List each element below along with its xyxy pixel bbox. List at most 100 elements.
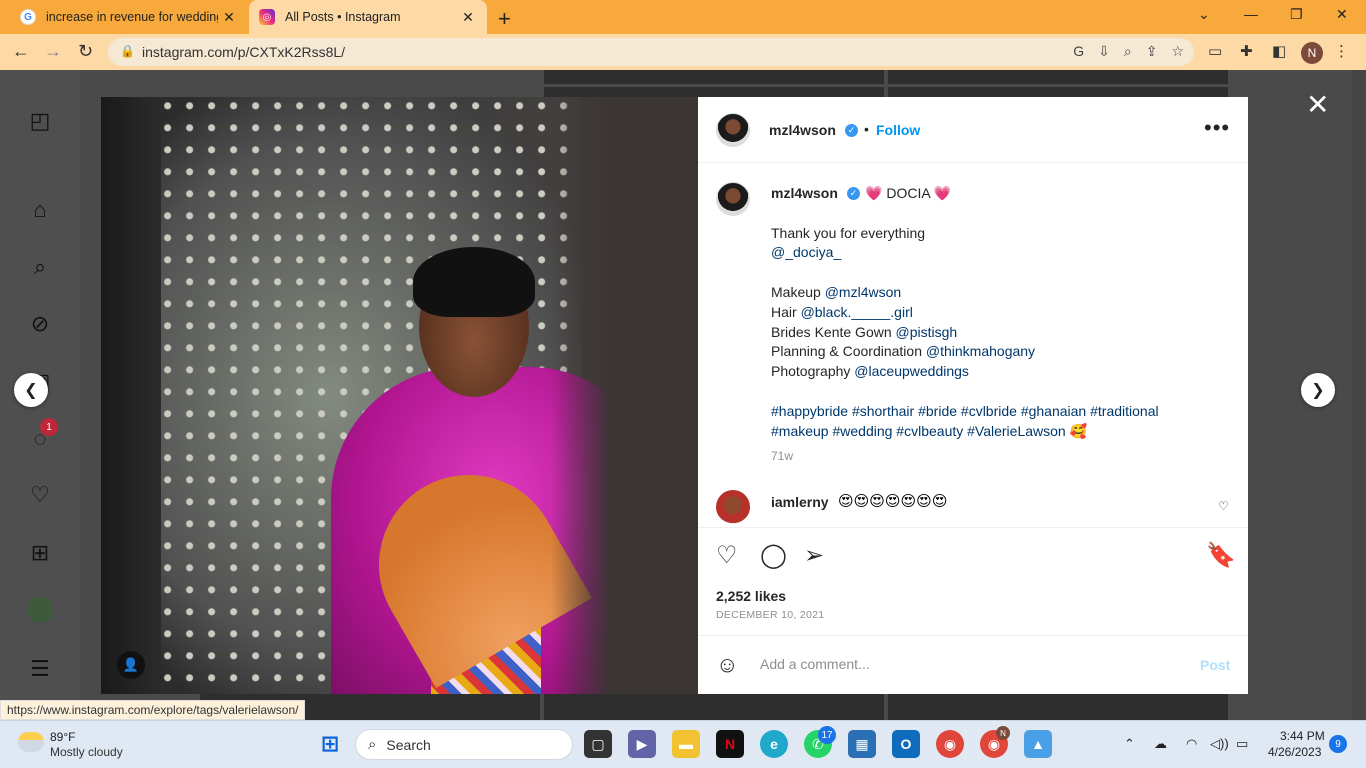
- zoom-icon[interactable]: ⌕: [1124, 43, 1132, 60]
- close-tab-icon[interactable]: ✕: [218, 9, 240, 26]
- grid-post-thumbnail[interactable]: [544, 87, 884, 97]
- tab-instagram[interactable]: ◎ All Posts • Instagram ✕: [249, 0, 487, 34]
- hashtags-line[interactable]: #makeup #wedding #cvlbeauty #ValerieLaws…: [771, 423, 1066, 439]
- reading-list-icon[interactable]: ▭: [1208, 42, 1222, 60]
- caption-thanks: Thank you for everything: [771, 224, 926, 241]
- grid-post-thumbnail[interactable]: [888, 87, 1228, 97]
- link-status-bar: https://www.instagram.com/explore/tags/v…: [0, 700, 306, 720]
- search-icon: ⌕: [368, 736, 377, 753]
- explore-icon[interactable]: ⊘: [24, 308, 56, 340]
- netflix-icon[interactable]: N: [716, 730, 744, 758]
- close-tab-icon[interactable]: ✕: [457, 9, 479, 26]
- bookmark-star-icon[interactable]: ☆: [1171, 43, 1184, 60]
- commenter-username[interactable]: iamlerny: [771, 494, 829, 510]
- post-photo[interactable]: 👤: [101, 97, 698, 694]
- reload-button[interactable]: ↻: [78, 41, 93, 62]
- next-post-button[interactable]: ❯: [1301, 373, 1335, 407]
- more-options-icon[interactable]: •••: [1204, 115, 1230, 141]
- mention-link[interactable]: @laceupweddings: [854, 363, 969, 379]
- share-icon[interactable]: ➢: [804, 541, 824, 570]
- create-icon[interactable]: ⊞: [24, 537, 56, 569]
- emoji-picker-icon[interactable]: ☺: [716, 652, 738, 678]
- instagram-logo-icon[interactable]: ◰: [24, 105, 56, 137]
- author-username[interactable]: mzl4wson: [769, 122, 836, 138]
- smiling-hearts-emoji: 🥰: [1069, 422, 1088, 439]
- share-icon[interactable]: ⇪: [1146, 43, 1158, 60]
- grid-post-thumbnail[interactable]: [544, 70, 884, 84]
- lock-icon[interactable]: 🔒: [120, 44, 135, 58]
- wifi-icon[interactable]: ◠: [1186, 736, 1197, 752]
- teams-chat-icon[interactable]: ▶: [628, 730, 656, 758]
- notification-badge[interactable]: 9: [1329, 735, 1347, 753]
- credit-label: Makeup: [771, 283, 821, 300]
- mention-link[interactable]: @thinkmahogany: [926, 343, 1035, 359]
- page-scrollbar[interactable]: [1352, 70, 1366, 720]
- comment-input[interactable]: [760, 656, 1180, 672]
- comment-icon[interactable]: ◯: [760, 541, 787, 570]
- new-tab-button[interactable]: +: [498, 6, 511, 32]
- post-comment-button[interactable]: Post: [1200, 657, 1230, 673]
- chrome-icon[interactable]: ◉: [936, 730, 964, 758]
- back-button[interactable]: ←: [12, 41, 30, 62]
- grid-post-thumbnail[interactable]: [544, 694, 884, 720]
- minimize-button[interactable]: —: [1244, 6, 1258, 22]
- home-icon[interactable]: ⌂: [24, 194, 56, 226]
- caption-age[interactable]: 71w: [771, 449, 793, 463]
- edge-icon[interactable]: e: [760, 730, 788, 758]
- task-view-icon[interactable]: ▢: [584, 730, 612, 758]
- forward-button[interactable]: →: [44, 41, 62, 62]
- photos-app-icon[interactable]: ▲: [1024, 730, 1052, 758]
- like-icon[interactable]: ♡: [716, 541, 738, 570]
- mention-link[interactable]: @black._____.girl: [801, 304, 913, 320]
- start-windows-icon[interactable]: ⊞: [316, 730, 344, 758]
- weather-description[interactable]: Mostly cloudy: [50, 745, 123, 759]
- taskbar-search[interactable]: ⌕ Search: [355, 729, 573, 760]
- clock-time[interactable]: 3:44 PM: [1280, 729, 1325, 743]
- weather-temperature[interactable]: 89°F: [50, 730, 75, 744]
- post-caption: 💗 DOCIA 💗 Thank you for everything @_doc…: [771, 184, 1231, 441]
- chrome-menu-icon[interactable]: ⋮: [1334, 42, 1349, 60]
- file-explorer-icon[interactable]: ▬: [672, 730, 700, 758]
- show-hidden-icons-icon[interactable]: ⌃: [1124, 736, 1135, 752]
- tab-google-search[interactable]: G increase in revenue for wedding ✕: [8, 0, 248, 34]
- volume-icon[interactable]: ◁)): [1210, 736, 1229, 752]
- grid-post-thumbnail[interactable]: [888, 70, 1228, 84]
- search-icon[interactable]: ⌕: [24, 251, 56, 283]
- microsoft-store-icon[interactable]: ▦: [848, 730, 876, 758]
- extensions-icon[interactable]: ✚: [1240, 42, 1253, 60]
- close-window-button[interactable]: ✕: [1336, 6, 1348, 23]
- clock-date[interactable]: 4/26/2023: [1268, 745, 1321, 759]
- hashtags-line[interactable]: #happybride #shorthair #bride #cvlbride …: [771, 402, 1231, 422]
- network-status-icon[interactable]: ☁: [1154, 736, 1167, 752]
- heart-icon[interactable]: ♡: [24, 479, 56, 511]
- install-app-icon[interactable]: ⇩: [1098, 43, 1110, 60]
- author-avatar[interactable]: [716, 113, 750, 147]
- mention-link[interactable]: @_dociya_: [771, 243, 1231, 263]
- address-bar[interactable]: 🔒 instagram.com/p/CXTxK2Rss8L/ G ⇩ ⌕ ⇪ ☆: [108, 38, 1194, 66]
- weather-cloud-icon[interactable]: [18, 732, 44, 752]
- side-panel-icon[interactable]: ◧: [1272, 42, 1286, 60]
- menu-icon[interactable]: ☰: [24, 653, 56, 685]
- mention-link[interactable]: @mzl4wson: [825, 284, 901, 300]
- close-modal-icon[interactable]: ✕: [1306, 88, 1329, 121]
- profile-avatar[interactable]: N: [1301, 42, 1323, 64]
- battery-icon[interactable]: ▭: [1236, 736, 1248, 752]
- tab-bar: G increase in revenue for wedding ✕ ◎ Al…: [0, 0, 1366, 34]
- google-lens-icon[interactable]: G: [1073, 43, 1084, 60]
- mention-link[interactable]: @pistisgh: [896, 324, 958, 340]
- save-bookmark-icon[interactable]: 🔖: [1206, 541, 1236, 570]
- like-comment-icon[interactable]: ♡: [1218, 499, 1229, 513]
- grid-post-thumbnail[interactable]: [888, 694, 1228, 720]
- likes-count[interactable]: 2,252 likes: [716, 588, 786, 604]
- tab-search-chevron-icon[interactable]: ⌄: [1198, 6, 1210, 23]
- follow-button[interactable]: Follow: [876, 122, 920, 138]
- separator-dot: •: [864, 121, 869, 137]
- restore-button[interactable]: ❐: [1290, 6, 1303, 23]
- commenter-avatar[interactable]: [716, 490, 750, 524]
- caption-author-avatar[interactable]: [716, 182, 750, 216]
- outlook-icon[interactable]: O: [892, 730, 920, 758]
- profile-avatar[interactable]: [24, 594, 56, 626]
- whatsapp-badge: 17: [818, 726, 836, 744]
- previous-post-button[interactable]: ❮: [14, 373, 48, 407]
- tagged-users-icon[interactable]: 👤: [117, 651, 145, 679]
